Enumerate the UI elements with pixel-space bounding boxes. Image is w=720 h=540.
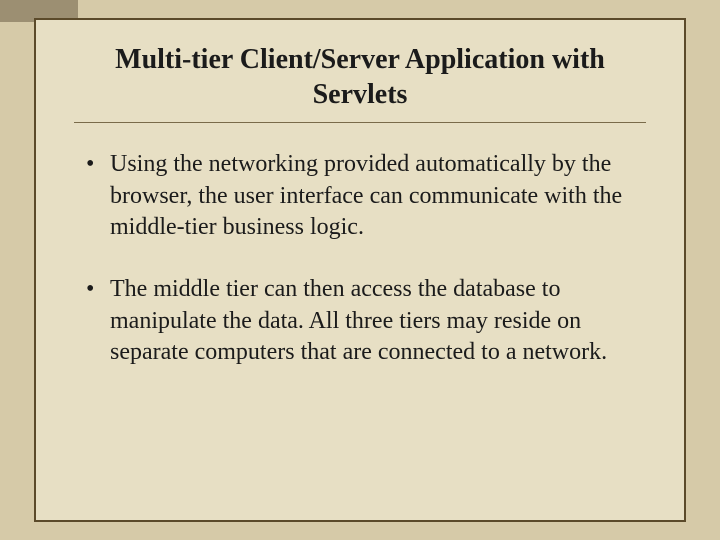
presentation-slide: Multi-tier Client/Server Application wit… [0, 0, 720, 540]
bullet-text: Using the networking provided automatica… [110, 151, 622, 240]
bullet-list: Using the networking provided automatica… [74, 149, 646, 369]
list-item: Using the networking provided automatica… [110, 149, 636, 244]
title-separator [74, 122, 646, 123]
list-item: The middle tier can then access the data… [110, 274, 636, 369]
slide-title: Multi-tier Client/Server Application wit… [74, 42, 646, 112]
title-block: Multi-tier Client/Server Application wit… [74, 42, 646, 123]
slide-inner-frame: Multi-tier Client/Server Application wit… [34, 18, 686, 522]
bullet-text: The middle tier can then access the data… [110, 276, 607, 365]
